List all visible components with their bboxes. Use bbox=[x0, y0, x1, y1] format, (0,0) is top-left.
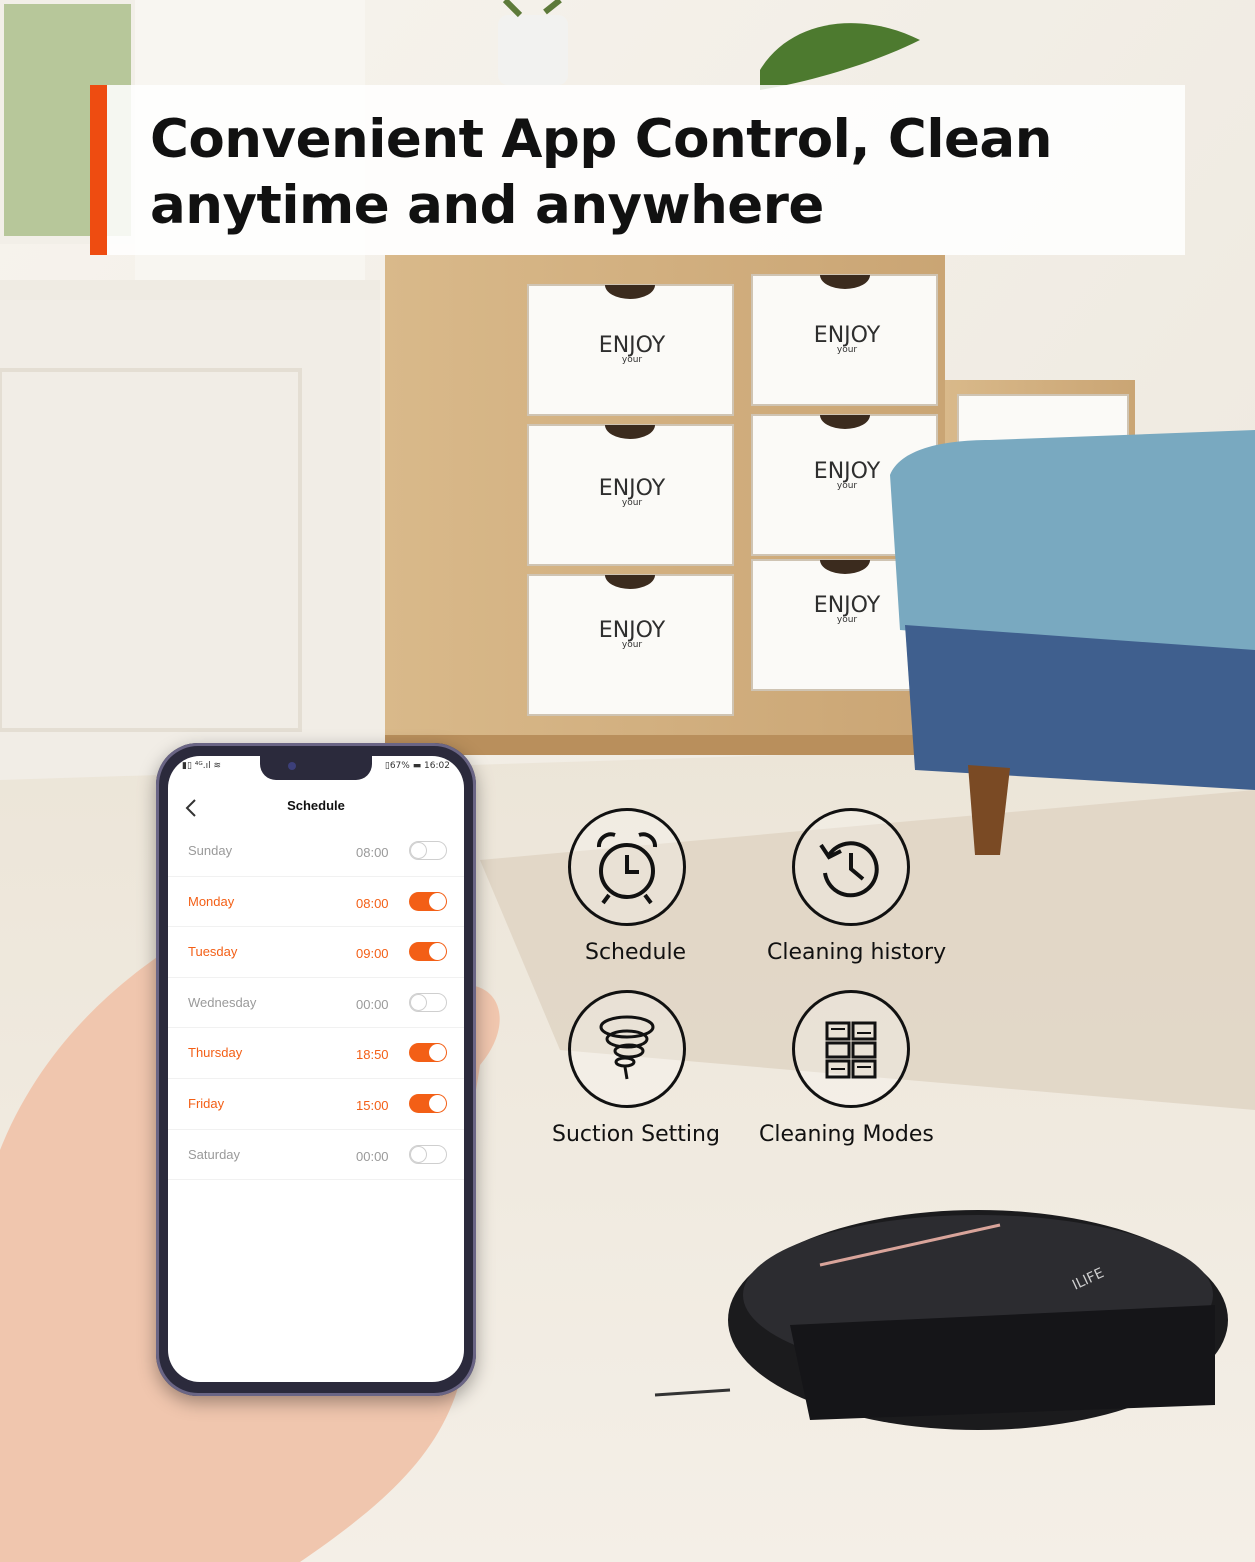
feature-label-cleaning-history: Cleaning history bbox=[767, 940, 947, 965]
schedule-day-label: Thursday bbox=[188, 1045, 243, 1061]
schedule-day-label: Sunday bbox=[188, 843, 233, 858]
schedule-time[interactable]: 08:00 bbox=[356, 896, 389, 911]
toggle-knob bbox=[410, 842, 427, 859]
toggle-knob bbox=[429, 1044, 446, 1062]
svg-text:your: your bbox=[622, 498, 643, 508]
schedule-day-label: Friday bbox=[188, 1095, 225, 1111]
product-image: ENJOY ENJOY ENJOY ENJOY ENJOY ENJOY your… bbox=[0, 0, 1255, 1562]
schedule-toggle-sunday[interactable] bbox=[409, 841, 447, 860]
schedule-day-label: Saturday bbox=[188, 1146, 241, 1162]
schedule-circle bbox=[568, 808, 686, 926]
svg-text:your: your bbox=[837, 345, 858, 355]
schedule-time[interactable]: 15:00 bbox=[356, 1098, 389, 1113]
feature-label-schedule: Schedule bbox=[585, 940, 687, 965]
svg-text:your: your bbox=[622, 640, 643, 650]
schedule-row-sunday[interactable]: Sunday 08:00 bbox=[168, 826, 464, 877]
app-screen-title: Schedule bbox=[287, 798, 345, 813]
toggle-knob bbox=[410, 993, 427, 1011]
phone-screen: ▮▯ ⁴ᴳ.ıl ≋ ▯67% ▬ 16:02 Schedule Sunday 0… bbox=[168, 756, 464, 1382]
schedule-row-wednesday[interactable]: Wednesday 00:00 bbox=[168, 978, 464, 1029]
header-banner: Convenient App Control, Clean anytime an… bbox=[90, 85, 1185, 255]
history-circle bbox=[792, 808, 910, 926]
status-bar-left: ▮▯ ⁴ᴳ.ıl ≋ bbox=[182, 761, 222, 771]
modes-circle bbox=[792, 990, 910, 1108]
schedule-row-tuesday[interactable]: Tuesday 09:00 bbox=[168, 927, 464, 978]
svg-text:your: your bbox=[837, 615, 858, 625]
svg-text:your: your bbox=[622, 355, 643, 365]
schedule-toggle-friday[interactable] bbox=[409, 1093, 447, 1113]
schedule-toggle-thursday[interactable] bbox=[409, 1043, 447, 1063]
phone-notch bbox=[260, 756, 372, 780]
schedule-toggle-saturday[interactable] bbox=[409, 1144, 447, 1164]
schedule-list: Sunday 08:00 Monday 08:00 Tuesday 09:00 Wednes… bbox=[168, 826, 464, 1181]
phone-mockup: ▮▯ ⁴ᴳ.ıl ≋ ▯67% ▬ 16:02 Schedule Sunday 0… bbox=[156, 743, 476, 1396]
schedule-toggle-tuesday[interactable] bbox=[409, 942, 447, 962]
schedule-time[interactable]: 08:00 bbox=[356, 845, 389, 860]
suction-circle bbox=[568, 990, 686, 1108]
schedule-row-thursday[interactable]: Thursday 18:50 bbox=[168, 1028, 464, 1079]
schedule-row-saturday[interactable]: Saturday 00:00 bbox=[168, 1130, 464, 1181]
schedule-time[interactable]: 00:00 bbox=[356, 997, 389, 1012]
toggle-knob bbox=[429, 943, 446, 961]
schedule-time[interactable]: 09:00 bbox=[356, 946, 389, 961]
toggle-knob bbox=[429, 892, 446, 910]
schedule-day-label: Wednesday bbox=[188, 994, 257, 1010]
schedule-time[interactable]: 00:00 bbox=[356, 1149, 389, 1164]
feature-label-suction-setting: Suction Setting bbox=[552, 1122, 720, 1147]
schedule-row-monday[interactable]: Monday 08:00 bbox=[168, 877, 464, 928]
banner-title: Convenient App Control, Clean anytime an… bbox=[150, 109, 1052, 236]
camera-icon bbox=[288, 762, 296, 770]
toggle-knob bbox=[429, 1094, 446, 1112]
schedule-toggle-wednesday[interactable] bbox=[409, 992, 447, 1012]
status-bar-right: ▯67% ▬ 16:02 bbox=[384, 761, 450, 771]
alarm-clock-icon bbox=[597, 832, 657, 905]
schedule-row-friday[interactable]: Friday 15:00 bbox=[168, 1079, 464, 1130]
toggle-knob bbox=[410, 1145, 427, 1163]
schedule-toggle-monday[interactable] bbox=[409, 891, 447, 911]
accent-bar bbox=[90, 85, 107, 255]
feature-label-cleaning-modes: Cleaning Modes bbox=[759, 1122, 934, 1147]
suction-tornado-icon bbox=[599, 1015, 655, 1080]
schedule-time[interactable]: 18:50 bbox=[356, 1047, 389, 1062]
cleaning-modes-grid-icon bbox=[825, 1021, 877, 1079]
svg-text:your: your bbox=[837, 481, 858, 491]
history-clock-icon bbox=[819, 841, 879, 898]
schedule-day-label: Monday bbox=[188, 893, 235, 909]
schedule-day-label: Tuesday bbox=[188, 944, 238, 960]
